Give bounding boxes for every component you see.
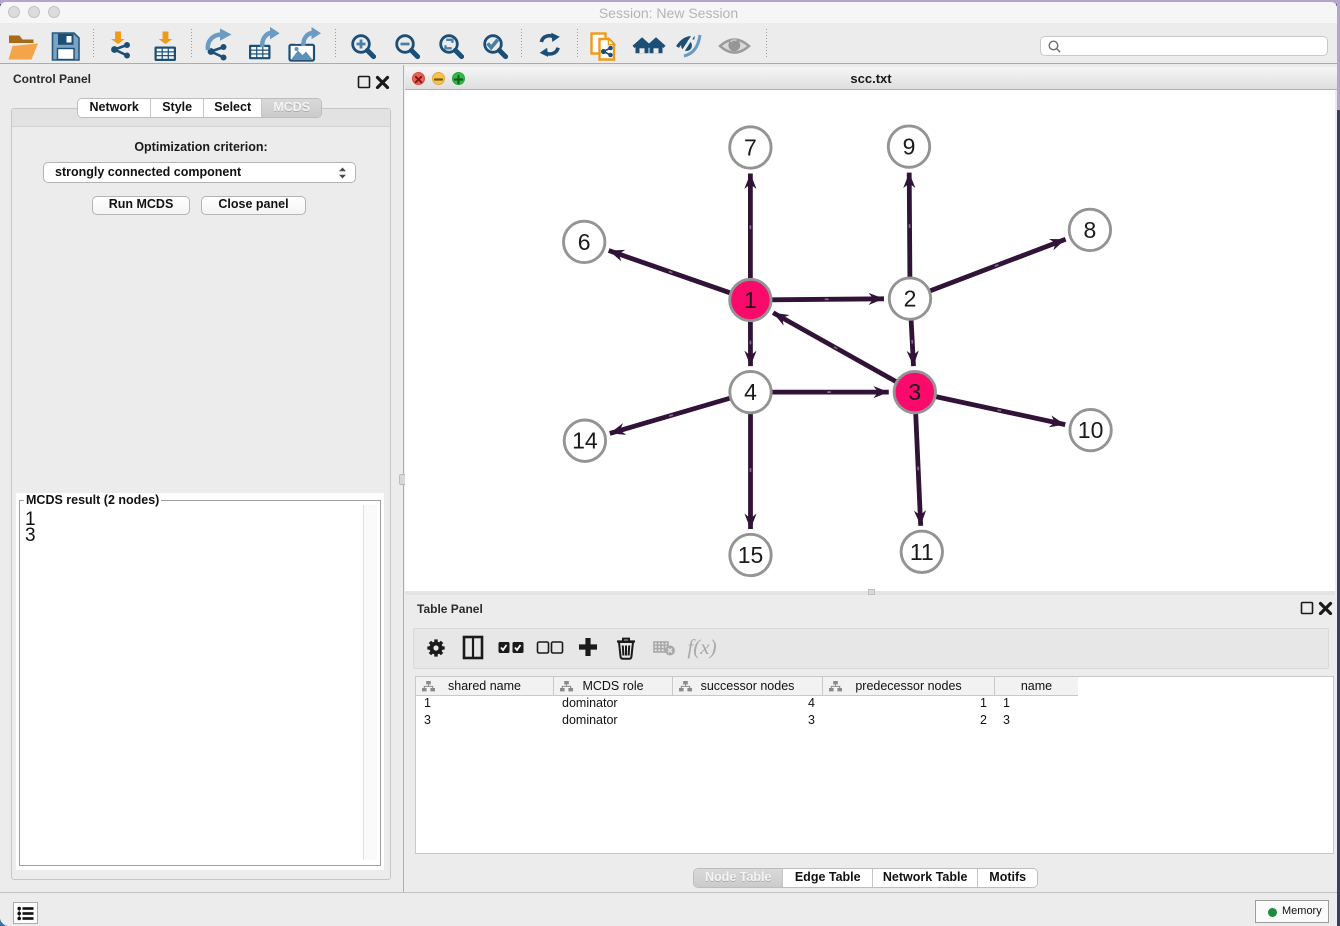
svg-text:3: 3 [908,379,921,405]
svg-text:4: 4 [744,379,757,405]
svg-text:2: 2 [904,286,917,312]
svg-text:15: 15 [738,542,764,568]
svg-text:7: 7 [744,135,757,161]
svg-text:f(x): f(x) [687,635,716,659]
svg-text:6: 6 [578,229,591,255]
svg-text:14: 14 [572,428,598,454]
svg-text:1: 1 [744,287,757,313]
svg-text:8: 8 [1084,217,1097,243]
svg-text:10: 10 [1078,417,1104,443]
svg-text:11: 11 [910,539,934,565]
svg-text:9: 9 [903,134,916,160]
